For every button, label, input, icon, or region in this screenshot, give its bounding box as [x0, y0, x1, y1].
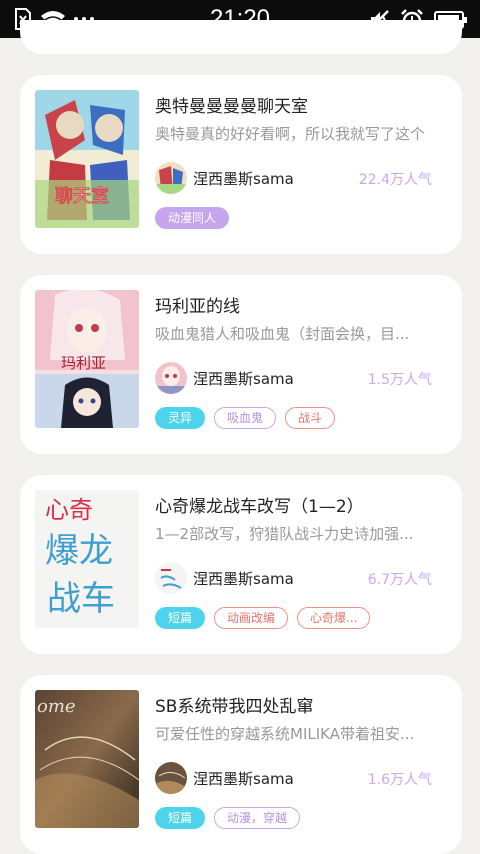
book-description: 吸血鬼猎人和吸血鬼（封面会换，目... [155, 325, 410, 343]
author-name[interactable]: 涅西墨斯sama [193, 768, 294, 789]
tag-list: 短篇 动画改编 心奇爆... [155, 607, 371, 629]
tag[interactable]: 动画改编 [214, 607, 289, 629]
book-description: 1—2部改写，狩猎队战斗力史诗加强... [155, 525, 414, 543]
tag[interactable]: 战斗 [285, 407, 336, 429]
tag[interactable]: 短篇 [155, 607, 206, 629]
tag-list: 动漫同人 [155, 207, 230, 229]
book-title: 心奇爆龙战车改写（1—2） [155, 497, 364, 517]
book-description: 可爱任性的穿越系统MILIKA带着祖安... [155, 725, 415, 743]
book-description: 奥特曼真的好好看啊，所以我就写了这个 [155, 125, 426, 143]
book-cover[interactable]: 心奇 爆龙 战车 [35, 490, 139, 628]
tag-list: 灵异 吸血鬼 战斗 [155, 407, 336, 429]
cover-title-text: 爆龙 [45, 531, 113, 571]
tag[interactable]: 灵异 [155, 407, 206, 429]
tag[interactable]: 动漫，穿越 [214, 807, 301, 829]
author-name[interactable]: 涅西墨斯sama [193, 168, 294, 189]
book-cover[interactable]: ome [35, 690, 139, 828]
book-card[interactable]: ome SB系统带我四处乱窜 可爱任性的穿越系统MILIKA带着祖安... 涅西… [20, 675, 462, 854]
cover-title-text: 心奇 [45, 496, 93, 524]
book-title: 奥特曼曼曼曼聊天室 [155, 97, 308, 117]
book-card[interactable]: 心奇 爆龙 战车 心奇爆龙战车改写（1—2） 1—2部改写，狩猎队战斗力史诗加强… [20, 475, 462, 654]
author-avatar[interactable] [155, 162, 187, 194]
author-avatar[interactable] [155, 562, 187, 594]
previous-card-edge[interactable] [20, 20, 462, 54]
tag[interactable]: 心奇爆... [297, 607, 371, 629]
book-card[interactable]: 聊天室 奥特曼曼曼曼聊天室 奥特曼真的好好看啊，所以我就写了这个 涅西墨斯sam… [20, 75, 462, 254]
tag[interactable]: 短篇 [155, 807, 206, 829]
book-card[interactable]: 玛利亚 玛利亚的线 吸血鬼猎人和吸血鬼（封面会换，目... 涅西墨斯sama 1… [20, 275, 462, 454]
author-name[interactable]: 涅西墨斯sama [193, 568, 294, 589]
popularity-count: 1.6万人气 [367, 772, 432, 788]
book-cover[interactable]: 聊天室 [35, 90, 139, 228]
author-avatar[interactable] [155, 362, 187, 394]
cover-title-text: 战车 [47, 579, 115, 619]
book-cover[interactable]: 玛利亚 [35, 290, 139, 428]
cover-title-text: ome [37, 696, 76, 717]
author-name[interactable]: 涅西墨斯sama [193, 368, 294, 389]
tag[interactable]: 吸血鬼 [214, 407, 277, 429]
cover-title-text: 聊天室 [55, 186, 109, 207]
popularity-count: 1.5万人气 [367, 372, 432, 388]
book-title: SB系统带我四处乱窜 [155, 697, 314, 717]
cover-title-text: 玛利亚 [61, 354, 106, 372]
popularity-count: 6.7万人气 [367, 572, 432, 588]
tag[interactable]: 动漫同人 [155, 207, 230, 229]
author-avatar[interactable] [155, 762, 187, 794]
tag-list: 短篇 动漫，穿越 [155, 807, 301, 829]
popularity-count: 22.4万人气 [358, 172, 432, 188]
book-title: 玛利亚的线 [155, 297, 240, 317]
